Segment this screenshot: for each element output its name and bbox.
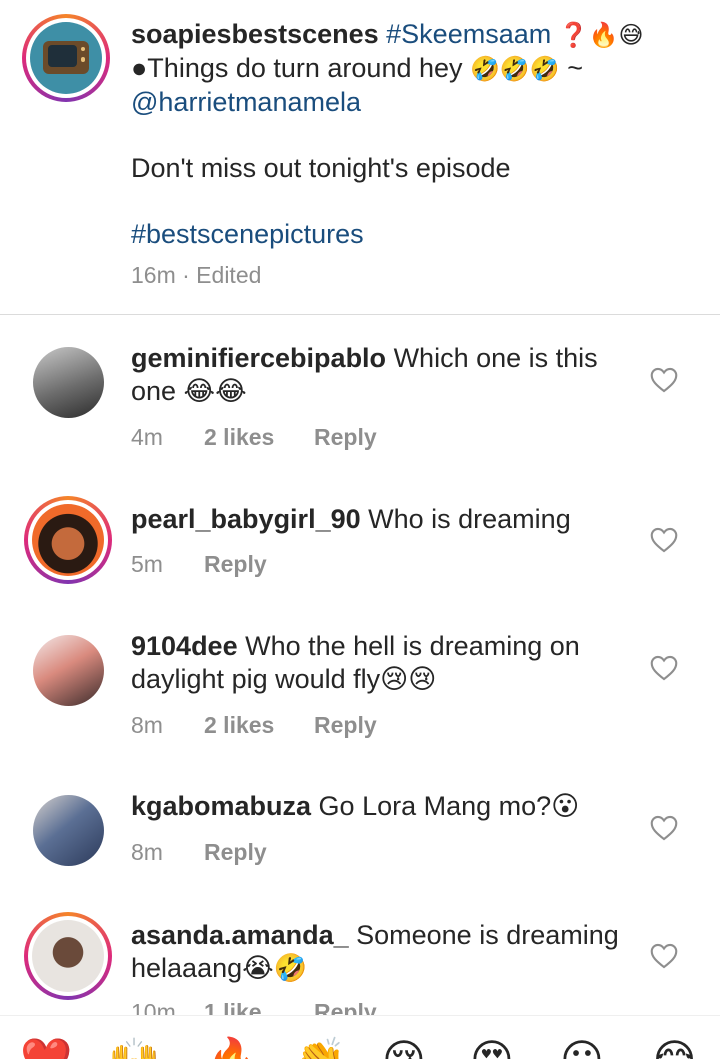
heart-icon[interactable]: [650, 815, 678, 841]
comment-likes[interactable]: 2 likes: [204, 712, 314, 739]
caption-emojis: ❓🔥😅: [558, 21, 644, 49]
comment-username[interactable]: geminifiercebipablo: [131, 343, 386, 373]
comment-text: asanda.amanda_ Someone is dreaming helaa…: [131, 919, 631, 985]
post-username[interactable]: soapiesbestscenes: [131, 19, 379, 49]
comment-meta: 5m Reply: [131, 551, 267, 578]
tv-logo-icon: [30, 22, 102, 94]
avatar[interactable]: [33, 635, 104, 706]
raised-hands-emoji-button[interactable]: 🙌: [108, 1038, 160, 1059]
heart-icon[interactable]: [650, 367, 678, 393]
comment-body: Go Lora Mang mo?😮: [311, 791, 580, 821]
comment-username[interactable]: asanda.amanda_: [131, 920, 349, 950]
reply-button[interactable]: Reply: [314, 424, 377, 451]
mention-link[interactable]: @harrietmanamela: [131, 86, 691, 119]
hashtag-skeemsaam[interactable]: #Skeemsaam: [386, 19, 551, 49]
comment-text: 9104dee Who the hell is dreaming on dayl…: [131, 630, 611, 696]
heart-icon[interactable]: [650, 527, 678, 553]
fire-emoji-button[interactable]: 🔥: [206, 1038, 258, 1059]
heart-eyes-emoji-button[interactable]: 😍: [470, 1038, 514, 1059]
comment-meta: 4m 2 likes Reply: [131, 424, 377, 451]
caption-line: ●Things do turn around hey: [131, 53, 471, 83]
comment-text: pearl_babygirl_90 Who is dreaming: [131, 503, 631, 536]
post-caption: soapiesbestscenes #Skeemsaam ❓🔥😅 ●Things…: [0, 0, 720, 314]
laughing-emojis: 🤣🤣🤣: [470, 55, 560, 83]
avatar[interactable]: [33, 795, 104, 866]
emoji-reaction-bar: ❤️ 🙌 🔥 👏 😢 😍 😮 😂: [0, 1015, 720, 1059]
clap-emoji-button[interactable]: 👏: [294, 1038, 346, 1059]
reply-button[interactable]: Reply: [204, 839, 267, 866]
caption-tilde: ~: [559, 53, 583, 83]
caption-text: soapiesbestscenes #Skeemsaam ❓🔥😅 ●Things…: [131, 18, 691, 251]
laughing-emoji-button[interactable]: 😂: [650, 1038, 699, 1059]
comment-time: 5m: [131, 551, 163, 577]
post-meta: 16m · Edited: [131, 262, 262, 288]
avatar[interactable]: [33, 347, 104, 418]
comment-username[interactable]: kgabomabuza: [131, 791, 311, 821]
heart-icon[interactable]: [650, 655, 678, 681]
post-author-avatar[interactable]: [22, 14, 110, 102]
comment-meta: 8m Reply: [131, 839, 267, 866]
crying-emoji-button[interactable]: 😢: [382, 1038, 426, 1059]
comment-time: 4m: [131, 424, 163, 450]
comment-text: geminifiercebipablo Which one is this on…: [131, 342, 631, 408]
comment-time: 8m: [131, 839, 163, 865]
divider: [0, 314, 720, 315]
comment-text: kgabomabuza Go Lora Mang mo?😮: [131, 790, 631, 823]
avatar[interactable]: [24, 912, 112, 1000]
surprised-emoji-button[interactable]: 😮: [560, 1038, 604, 1059]
comment-username[interactable]: 9104dee: [131, 631, 238, 661]
heart-icon[interactable]: [650, 943, 678, 969]
avatar[interactable]: [24, 496, 112, 584]
comment-time: 8m: [131, 712, 163, 738]
caption-body: Don't miss out tonight's episode: [131, 153, 511, 183]
comment-meta: 8m 2 likes Reply: [131, 712, 377, 739]
hashtag-bestscenepictures[interactable]: #bestscenepictures: [131, 218, 691, 251]
comment-body: Who is dreaming: [360, 504, 571, 534]
heart-emoji-button[interactable]: ❤️: [20, 1038, 72, 1059]
reply-button[interactable]: Reply: [204, 551, 267, 578]
comment-username[interactable]: pearl_babygirl_90: [131, 504, 361, 534]
reply-button[interactable]: Reply: [314, 712, 377, 739]
comment-likes[interactable]: 2 likes: [204, 424, 314, 451]
